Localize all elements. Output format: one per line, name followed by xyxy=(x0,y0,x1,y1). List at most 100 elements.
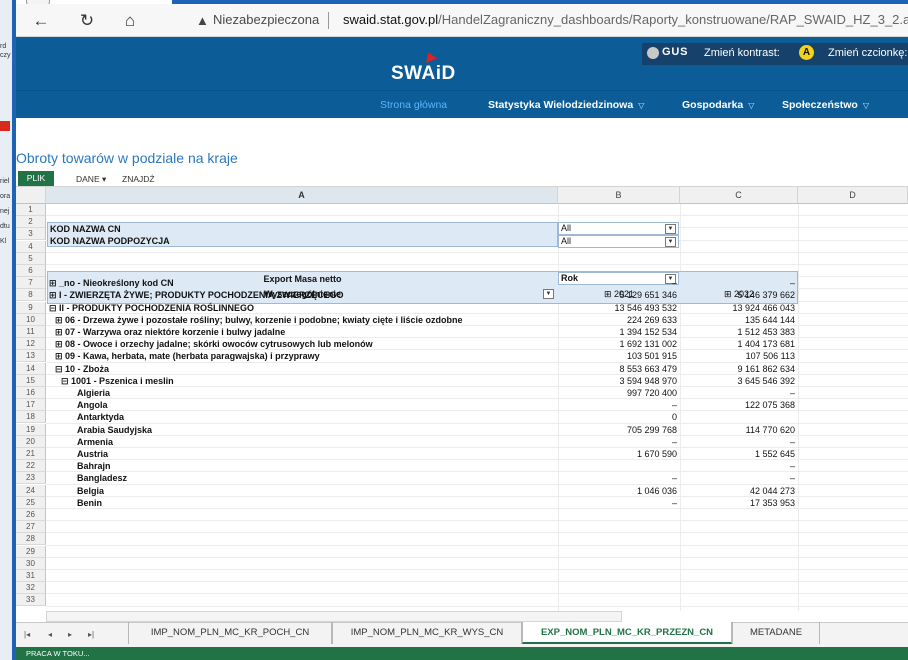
value-cell[interactable] xyxy=(680,411,795,423)
swaid-logo[interactable]: SWAiD xyxy=(391,63,456,85)
row-header[interactable]: 28 xyxy=(16,533,46,546)
value-cell[interactable]: 8 553 663 479 xyxy=(558,363,677,375)
value-cell[interactable]: 114 770 620 xyxy=(680,424,795,436)
row-header[interactable]: 3 xyxy=(16,228,46,241)
row-header[interactable]: 33 xyxy=(16,594,46,607)
row-header[interactable]: 10 xyxy=(16,313,46,326)
value-cell[interactable]: 1 512 453 383 xyxy=(680,326,795,338)
nav-gospodarka[interactable]: Gospodarka ▽ xyxy=(682,99,754,111)
row-header[interactable]: 12 xyxy=(16,338,46,351)
value-cell[interactable]: 13 924 466 043 xyxy=(680,302,795,314)
row-header[interactable]: 6 xyxy=(16,265,46,277)
value-cell[interactable]: 1 552 645 xyxy=(680,448,795,460)
value-cell[interactable]: 5 146 379 662 xyxy=(680,289,795,301)
row-header[interactable]: 30 xyxy=(16,557,46,570)
value-cell[interactable]: 3 594 948 970 xyxy=(558,375,677,387)
value-cell[interactable]: – xyxy=(680,472,795,484)
row-header[interactable]: 9 xyxy=(16,301,46,314)
value-cell[interactable]: 13 546 493 532 xyxy=(558,302,677,314)
value-cell[interactable]: 3 645 546 392 xyxy=(680,375,795,387)
row-label[interactable]: ⊞ 06 - Drzewa żywe i pozostałe rośliny; … xyxy=(55,314,547,326)
value-cell[interactable]: 103 501 915 xyxy=(558,350,677,362)
row-label[interactable]: ⊞ _no - Nieokreślony kod CN xyxy=(49,277,547,289)
column-header-b[interactable]: B xyxy=(558,187,680,204)
row-label[interactable]: Angola xyxy=(77,399,547,411)
row-label[interactable]: Arabia Saudyjska xyxy=(77,424,547,436)
nav-spoleczenstwo[interactable]: Społeczeństwo ▽ xyxy=(782,99,869,111)
row-label[interactable]: Benin xyxy=(77,497,547,509)
sheet-tab-metadane[interactable]: METADANE xyxy=(732,622,820,644)
row-header[interactable]: 29 xyxy=(16,545,46,558)
row-header[interactable]: 18 xyxy=(16,411,46,424)
row-header[interactable]: 14 xyxy=(16,362,46,375)
column-header-c[interactable]: C xyxy=(680,187,798,204)
value-cell[interactable]: – xyxy=(558,497,677,509)
row-label[interactable]: Austria xyxy=(77,448,547,460)
row-header[interactable]: 16 xyxy=(16,387,46,399)
row-header[interactable]: 13 xyxy=(16,350,46,363)
row-label[interactable]: Bahrajn xyxy=(77,460,547,472)
value-cell[interactable]: 135 644 144 xyxy=(680,314,795,326)
row-label[interactable]: ⊞ 09 - Kawa, herbata, mate (herbata para… xyxy=(55,350,547,362)
row-header[interactable]: 4 xyxy=(16,240,46,253)
row-header[interactable]: 23 xyxy=(16,472,46,485)
value-cell[interactable]: 0 xyxy=(558,411,677,423)
row-label[interactable]: Bangladesz xyxy=(77,472,547,484)
first-sheet-icon[interactable]: |◂ xyxy=(24,630,30,639)
value-cell[interactable]: 1 692 131 002 xyxy=(558,338,677,350)
warning-icon[interactable]: ▲ xyxy=(196,13,209,28)
value-cell[interactable] xyxy=(558,460,677,472)
row-label[interactable]: ⊞ 07 - Warzywa oraz niektóre korzenie i … xyxy=(55,326,547,338)
row-header[interactable]: 27 xyxy=(16,521,46,534)
row-header[interactable]: 32 xyxy=(16,582,46,595)
row-header[interactable]: 24 xyxy=(16,484,46,497)
value-cell[interactable]: – xyxy=(558,436,677,448)
back-arrow-icon[interactable]: ← xyxy=(30,10,52,32)
value-cell[interactable]: – xyxy=(558,277,677,289)
row-header[interactable]: 7 xyxy=(16,277,46,290)
value-cell[interactable]: 42 044 273 xyxy=(680,485,795,497)
value-cell[interactable]: 5 129 651 346 xyxy=(558,289,677,301)
row-header[interactable]: 19 xyxy=(16,423,46,436)
value-cell[interactable]: 1 404 173 681 xyxy=(680,338,795,350)
row-header[interactable]: 17 xyxy=(16,399,46,412)
value-cell[interactable]: – xyxy=(680,460,795,472)
value-cell[interactable]: 1 046 036 xyxy=(558,485,677,497)
row-label[interactable]: Algieria xyxy=(77,387,547,399)
gus-logo-text[interactable]: GUS xyxy=(662,46,688,58)
prev-sheet-icon[interactable]: ◂ xyxy=(48,630,52,639)
row-header[interactable]: 8 xyxy=(16,289,46,302)
row-label[interactable]: Armenia xyxy=(77,436,547,448)
horizontal-scrollbar[interactable] xyxy=(46,611,622,622)
value-cell[interactable]: – xyxy=(558,399,677,411)
row-header[interactable]: 5 xyxy=(16,252,46,265)
value-cell[interactable]: 17 353 953 xyxy=(680,497,795,509)
filter-value-cn[interactable]: All xyxy=(558,222,679,235)
filter-value-podpozycja[interactable]: All xyxy=(558,235,679,248)
row-header[interactable]: 20 xyxy=(16,435,46,448)
sheet-tab-exp-przezn[interactable]: EXP_NOM_PLN_MC_KR_PRZEZN_CN xyxy=(522,622,732,644)
value-cell[interactable]: – xyxy=(680,387,795,399)
row-header[interactable]: 21 xyxy=(16,448,46,460)
row-label[interactable]: ⊞ I - ZWIERZĘTA ŻYWE; PRODUKTY POCHODZEN… xyxy=(49,289,547,301)
ribbon-file-tab[interactable]: PLIK xyxy=(18,171,54,186)
row-header[interactable]: 26 xyxy=(16,509,46,521)
value-cell[interactable]: 107 506 113 xyxy=(680,350,795,362)
sheet-tab-imp-poch[interactable]: IMP_NOM_PLN_MC_KR_POCH_CN xyxy=(128,622,332,644)
value-cell[interactable]: – xyxy=(558,472,677,484)
row-header[interactable]: 2 xyxy=(16,216,46,229)
row-label[interactable]: ⊟ II - PRODUKTY POCHODZENIA ROŚLINNEGO xyxy=(49,302,547,314)
address-bar[interactable]: swaid.stat.gov.pl/HandelZagraniczny_dash… xyxy=(343,12,908,27)
row-label[interactable]: ⊟ 10 - Zboża xyxy=(55,363,547,375)
row-header[interactable]: 15 xyxy=(16,374,46,387)
value-cell[interactable]: – xyxy=(680,436,795,448)
column-header-a[interactable]: A xyxy=(46,187,558,204)
ribbon-data-menu[interactable]: DANE ▾ xyxy=(76,174,106,185)
value-cell[interactable]: 1 394 152 534 xyxy=(558,326,677,338)
contrast-toggle-icon[interactable]: A xyxy=(799,45,814,60)
last-sheet-icon[interactable]: ▸| xyxy=(88,630,94,639)
font-size-label[interactable]: Zmień czcionkę: xyxy=(828,47,907,59)
dropdown-arrow-icon[interactable]: ▼ xyxy=(665,224,676,234)
nav-home[interactable]: Strona główna xyxy=(380,99,447,111)
nav-statystyka[interactable]: Statystyka Wielodziedzinowa ▽ xyxy=(488,99,644,111)
